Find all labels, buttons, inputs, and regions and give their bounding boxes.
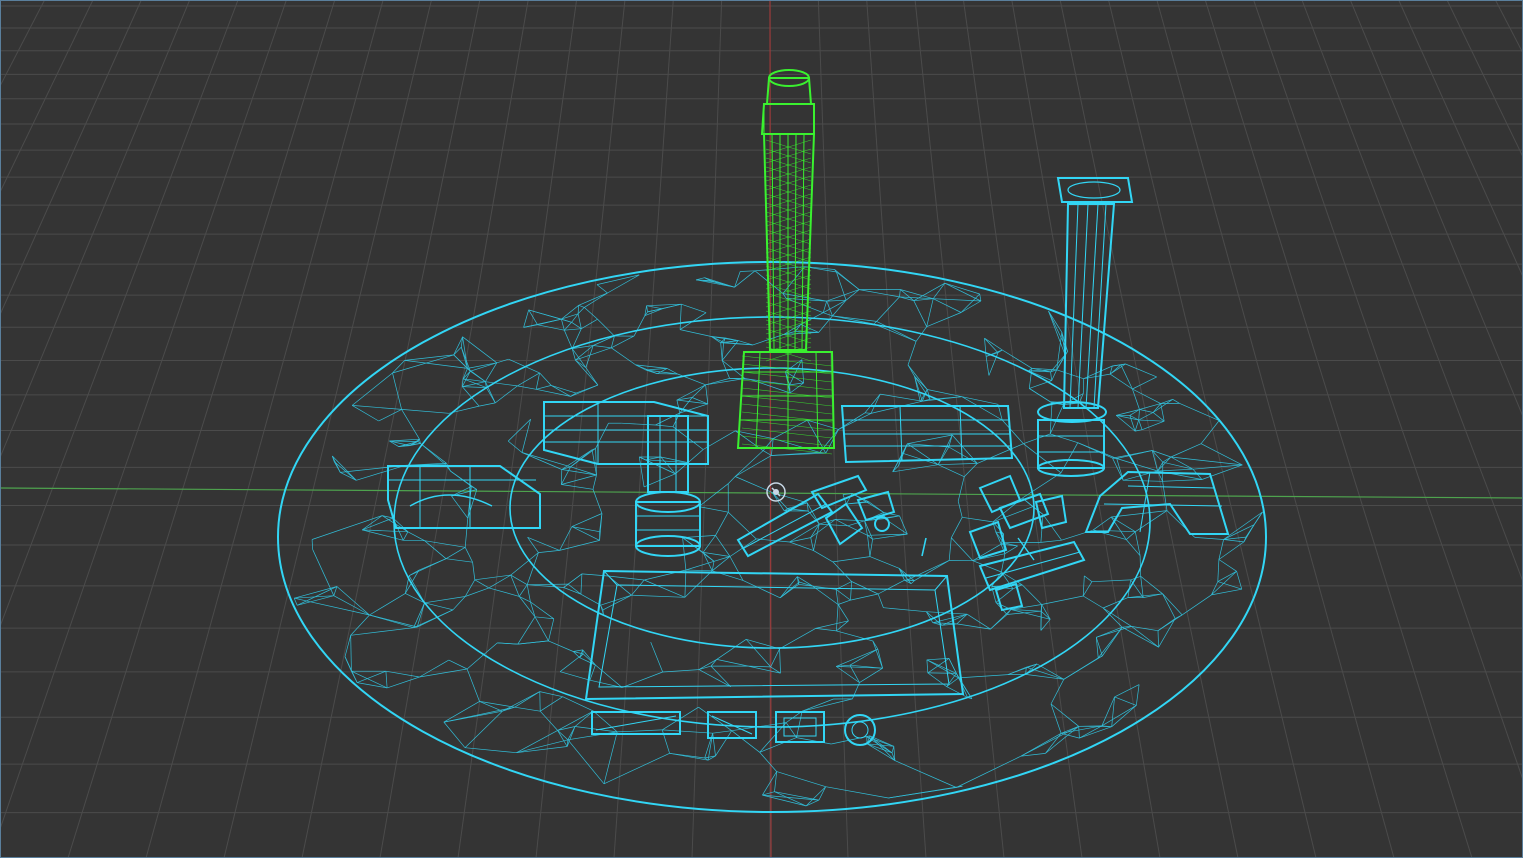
beam-right-wireframe[interactable] — [840, 405, 1014, 464]
viewport-canvas[interactable] — [0, 0, 1523, 858]
x-axis-line — [0, 487, 1523, 499]
3d-viewport[interactable] — [0, 0, 1523, 858]
ground-disc-wireframe[interactable] — [277, 261, 1267, 813]
beam-left-wireframe[interactable] — [543, 401, 709, 465]
